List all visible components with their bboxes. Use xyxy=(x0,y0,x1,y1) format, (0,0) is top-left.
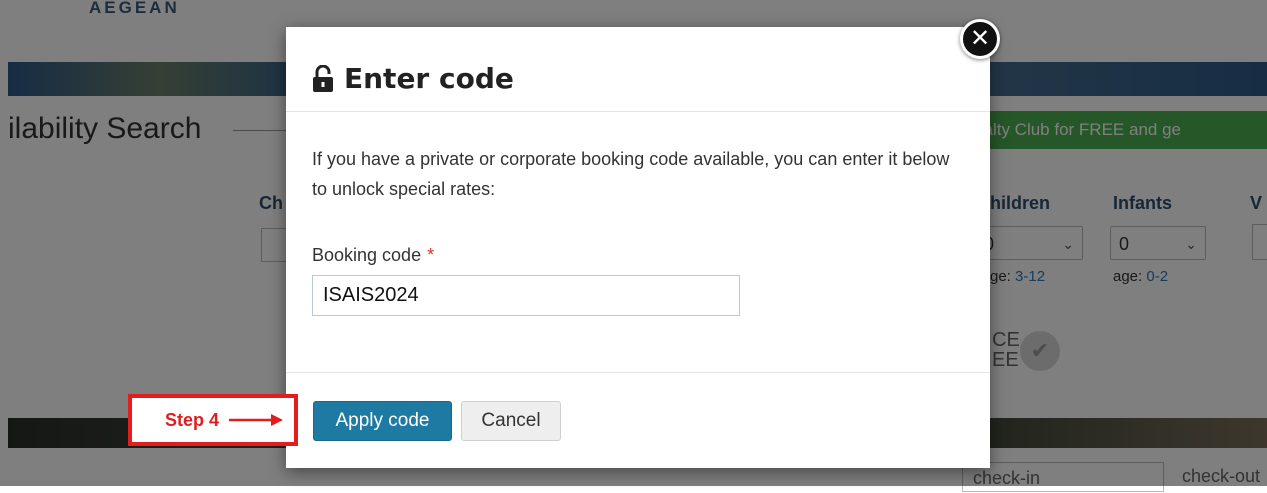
enter-code-modal: Enter code If you have a private or corp… xyxy=(286,27,990,468)
modal-header: Enter code xyxy=(286,27,990,112)
step-annotation: Step 4 xyxy=(128,394,298,446)
footer-divider xyxy=(286,372,990,373)
cancel-button[interactable]: Cancel xyxy=(461,401,561,441)
apply-code-button[interactable]: Apply code xyxy=(313,401,452,441)
step-label: Step 4 xyxy=(165,409,220,430)
close-icon[interactable]: ✕ xyxy=(960,19,1000,59)
required-marker: * xyxy=(427,245,435,265)
booking-code-label-text: Booking code xyxy=(312,245,422,265)
modal-description: If you have a private or corporate booki… xyxy=(312,149,950,199)
modal-title: Enter code xyxy=(312,62,514,95)
arrow-right-icon xyxy=(229,414,284,426)
booking-code-label: Booking code * xyxy=(312,245,434,266)
unlock-icon xyxy=(313,64,333,92)
modal-title-text: Enter code xyxy=(344,62,514,95)
booking-code-input[interactable] xyxy=(312,275,740,316)
